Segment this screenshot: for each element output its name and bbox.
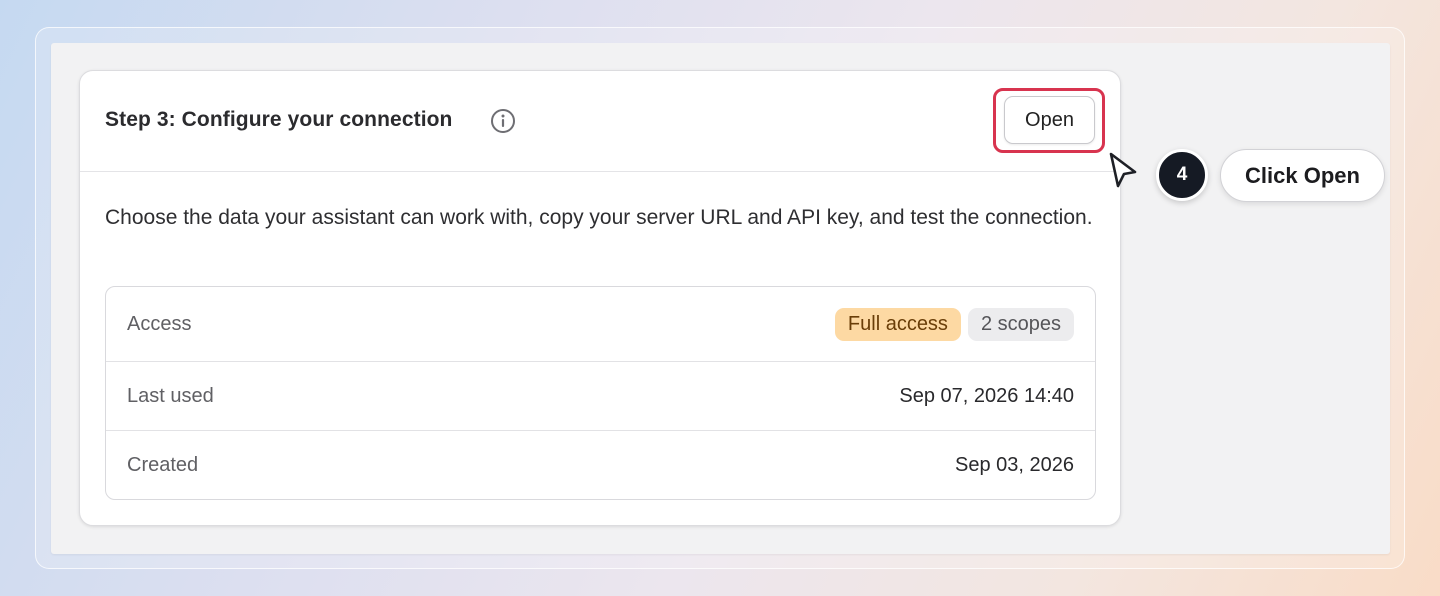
access-label: Access xyxy=(127,312,192,335)
detail-row-last-used: Last used Sep 07, 2026 14:40 xyxy=(106,362,1095,431)
scopes-badge: 2 scopes xyxy=(967,307,1074,341)
info-icon[interactable] xyxy=(490,108,516,134)
last-used-label: Last used xyxy=(127,384,214,407)
card-header: Step 3: Configure your connection Open xyxy=(80,71,1120,172)
instruction-callout: Click Open xyxy=(1220,149,1385,202)
step-number-badge: 4 xyxy=(1156,149,1208,201)
created-value: Sep 03, 2026 xyxy=(955,453,1074,476)
detail-row-created: Created Sep 03, 2026 xyxy=(106,431,1095,499)
details-table: Access Full access 2 scopes Last used Se… xyxy=(105,286,1096,500)
open-button[interactable]: Open xyxy=(1004,96,1095,144)
full-access-badge: Full access xyxy=(834,307,961,341)
card-title: Step 3: Configure your connection xyxy=(105,108,453,131)
detail-row-access: Access Full access 2 scopes xyxy=(106,287,1095,362)
card-description: Choose the data your assistant can work … xyxy=(105,206,1093,229)
access-badges: Full access 2 scopes xyxy=(834,307,1074,341)
mouse-pointer-icon xyxy=(1105,150,1141,192)
last-used-value: Sep 07, 2026 14:40 xyxy=(899,384,1074,407)
connection-step-card: Step 3: Configure your connection Open C… xyxy=(79,70,1121,526)
created-label: Created xyxy=(127,453,199,476)
